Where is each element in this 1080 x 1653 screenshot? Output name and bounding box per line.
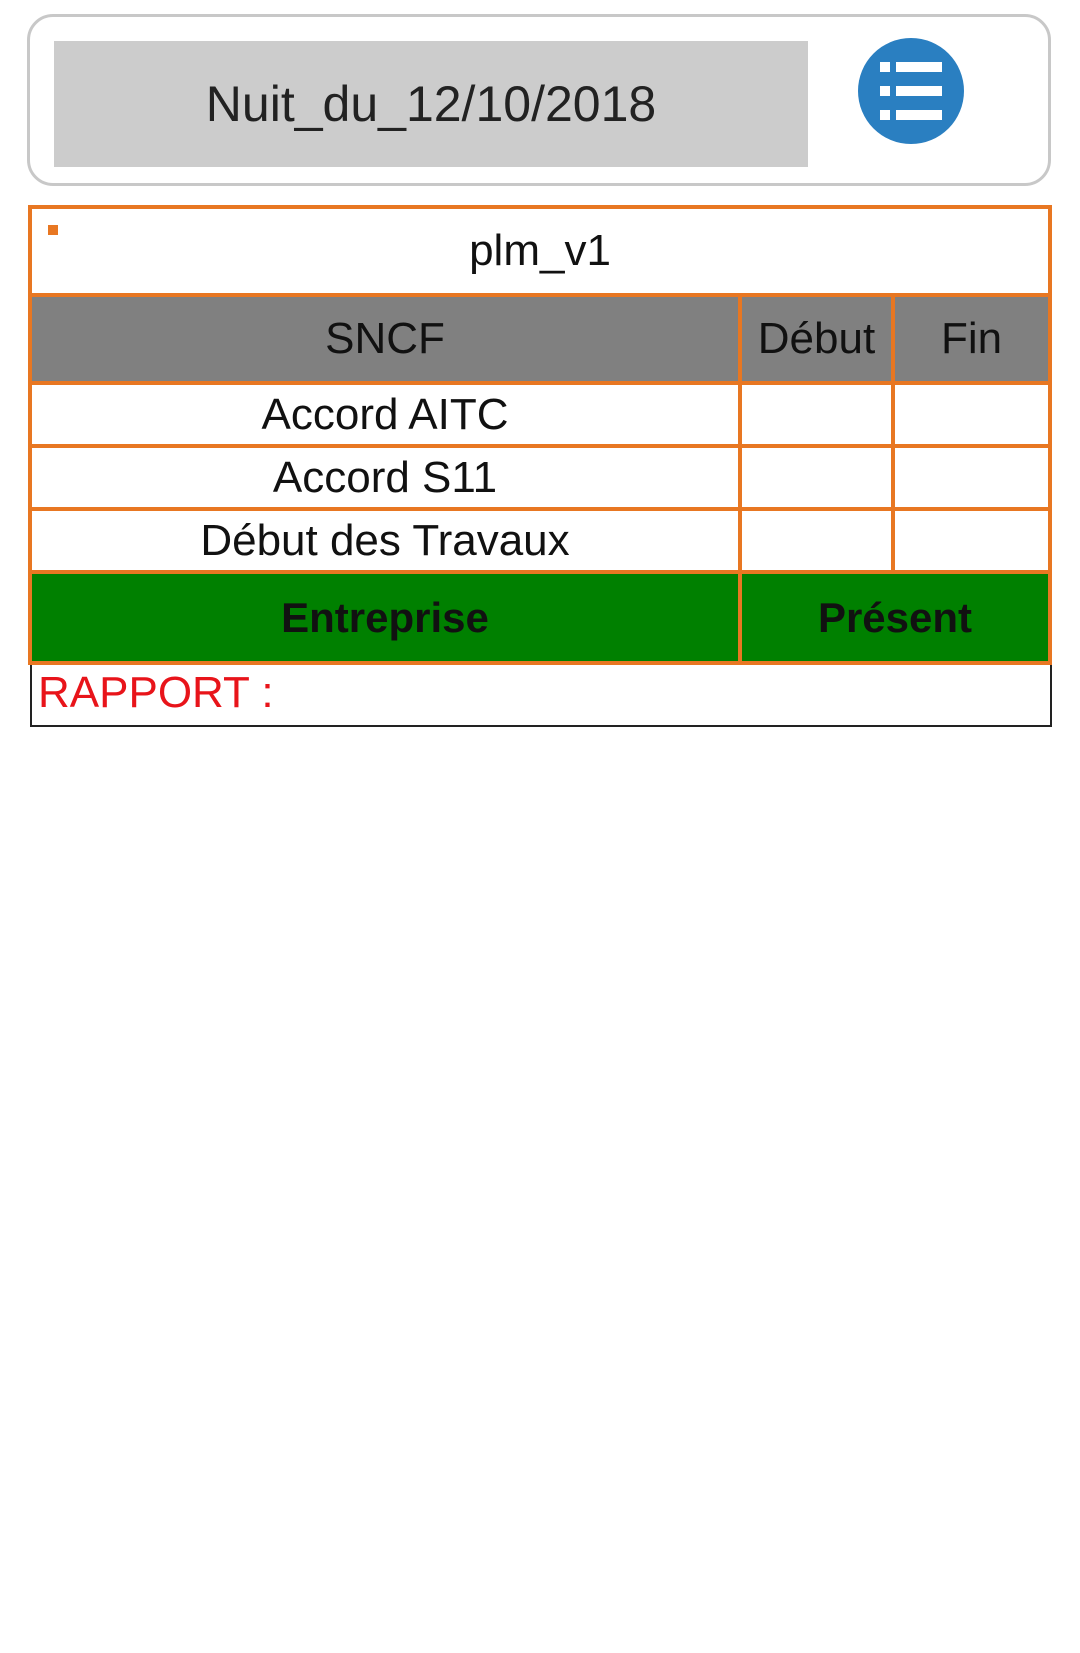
column-header-fin: Fin <box>940 314 1003 363</box>
table-row: Début des Travaux <box>32 511 1048 574</box>
column-header-sncf: SNCF <box>32 297 742 381</box>
fin-cell[interactable] <box>895 448 1048 507</box>
sheet-title: plm_v1 <box>32 209 1048 297</box>
present-header: Présent <box>817 593 973 641</box>
table-row: Accord S11 <box>32 448 1048 511</box>
planning-sheet: plm_v1 SNCF Début Fin Accord AITC Accord… <box>28 205 1052 665</box>
company-footer-row: Entreprise Présent <box>32 574 1048 661</box>
sheet-name: plm_v1 <box>469 226 611 275</box>
corner-marker <box>48 225 58 235</box>
header-card: Nuit_du_12/10/2018 <box>27 14 1051 186</box>
debut-cell[interactable] <box>742 385 895 444</box>
debut-cell[interactable] <box>742 511 895 570</box>
table-row: Accord AITC <box>32 385 1048 448</box>
rapport-field[interactable]: RAPPORT : <box>30 665 1052 727</box>
night-title[interactable]: Nuit_du_12/10/2018 <box>54 41 808 167</box>
menu-button[interactable] <box>858 38 964 144</box>
list-icon <box>880 62 942 120</box>
fin-cell[interactable] <box>895 385 1048 444</box>
table-header-row: SNCF Début Fin <box>32 297 1048 385</box>
debut-cell[interactable] <box>742 448 895 507</box>
row-label: Accord AITC <box>32 385 742 444</box>
fin-cell[interactable] <box>895 511 1048 570</box>
page: Nuit_du_12/10/2018 plm_v1 SNCF Début Fin… <box>0 0 1080 1653</box>
company-header: Entreprise <box>32 574 742 661</box>
row-label: Début des Travaux <box>32 511 742 570</box>
column-header-debut: Début <box>742 297 895 381</box>
row-label: Accord S11 <box>32 448 742 507</box>
rapport-label: RAPPORT : <box>38 668 274 717</box>
